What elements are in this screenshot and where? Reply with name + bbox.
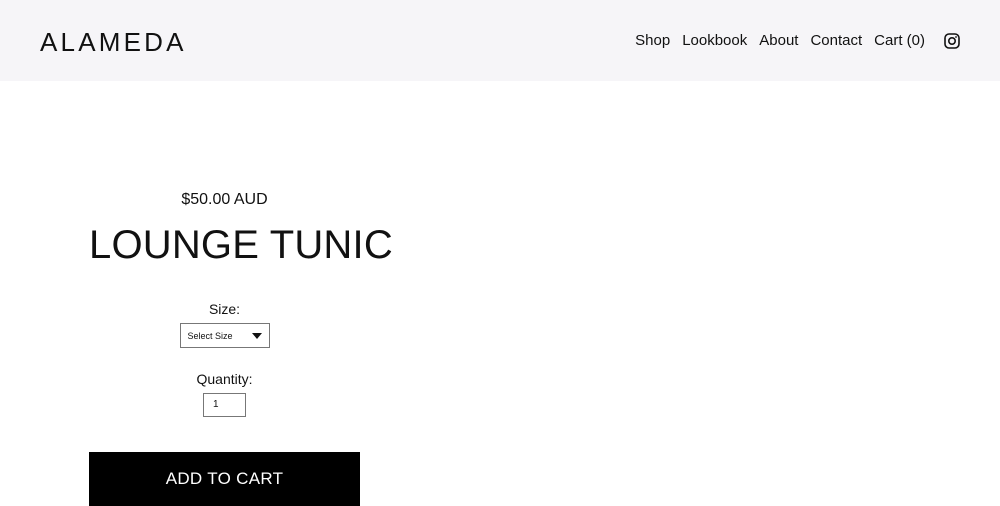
size-select[interactable]: Select Size [179, 323, 270, 348]
nav-item-about[interactable]: About [759, 30, 798, 52]
product-details: $50.00 AUD LOUNGE TUNIC Size: Select Siz… [89, 186, 393, 417]
chevron-down-icon [251, 332, 262, 339]
quantity-label: Quantity: [196, 371, 253, 387]
product-title: LOUNGE TUNIC [89, 223, 393, 267]
site-logo[interactable]: ALAMEDA [40, 27, 187, 57]
quantity-input[interactable]: 1 [203, 393, 246, 417]
add-to-cart-button[interactable]: ADD TO CART [89, 452, 360, 506]
instagram-icon[interactable] [944, 33, 960, 49]
size-label: Size: [208, 301, 241, 317]
product-price: $50.00 AUD [181, 191, 268, 208]
size-select-value: Select Size [187, 330, 233, 341]
site-header: ALAMEDA Shop Lookbook About Contact Cart… [0, 0, 1000, 81]
nav-item-lookbook[interactable]: Lookbook [682, 30, 747, 52]
nav-item-shop[interactable]: Shop [635, 30, 670, 52]
nav-item-contact[interactable]: Contact [810, 30, 862, 52]
main-nav: Shop Lookbook About Contact Cart (0) [635, 30, 960, 52]
nav-item-cart[interactable]: Cart (0) [874, 30, 925, 52]
